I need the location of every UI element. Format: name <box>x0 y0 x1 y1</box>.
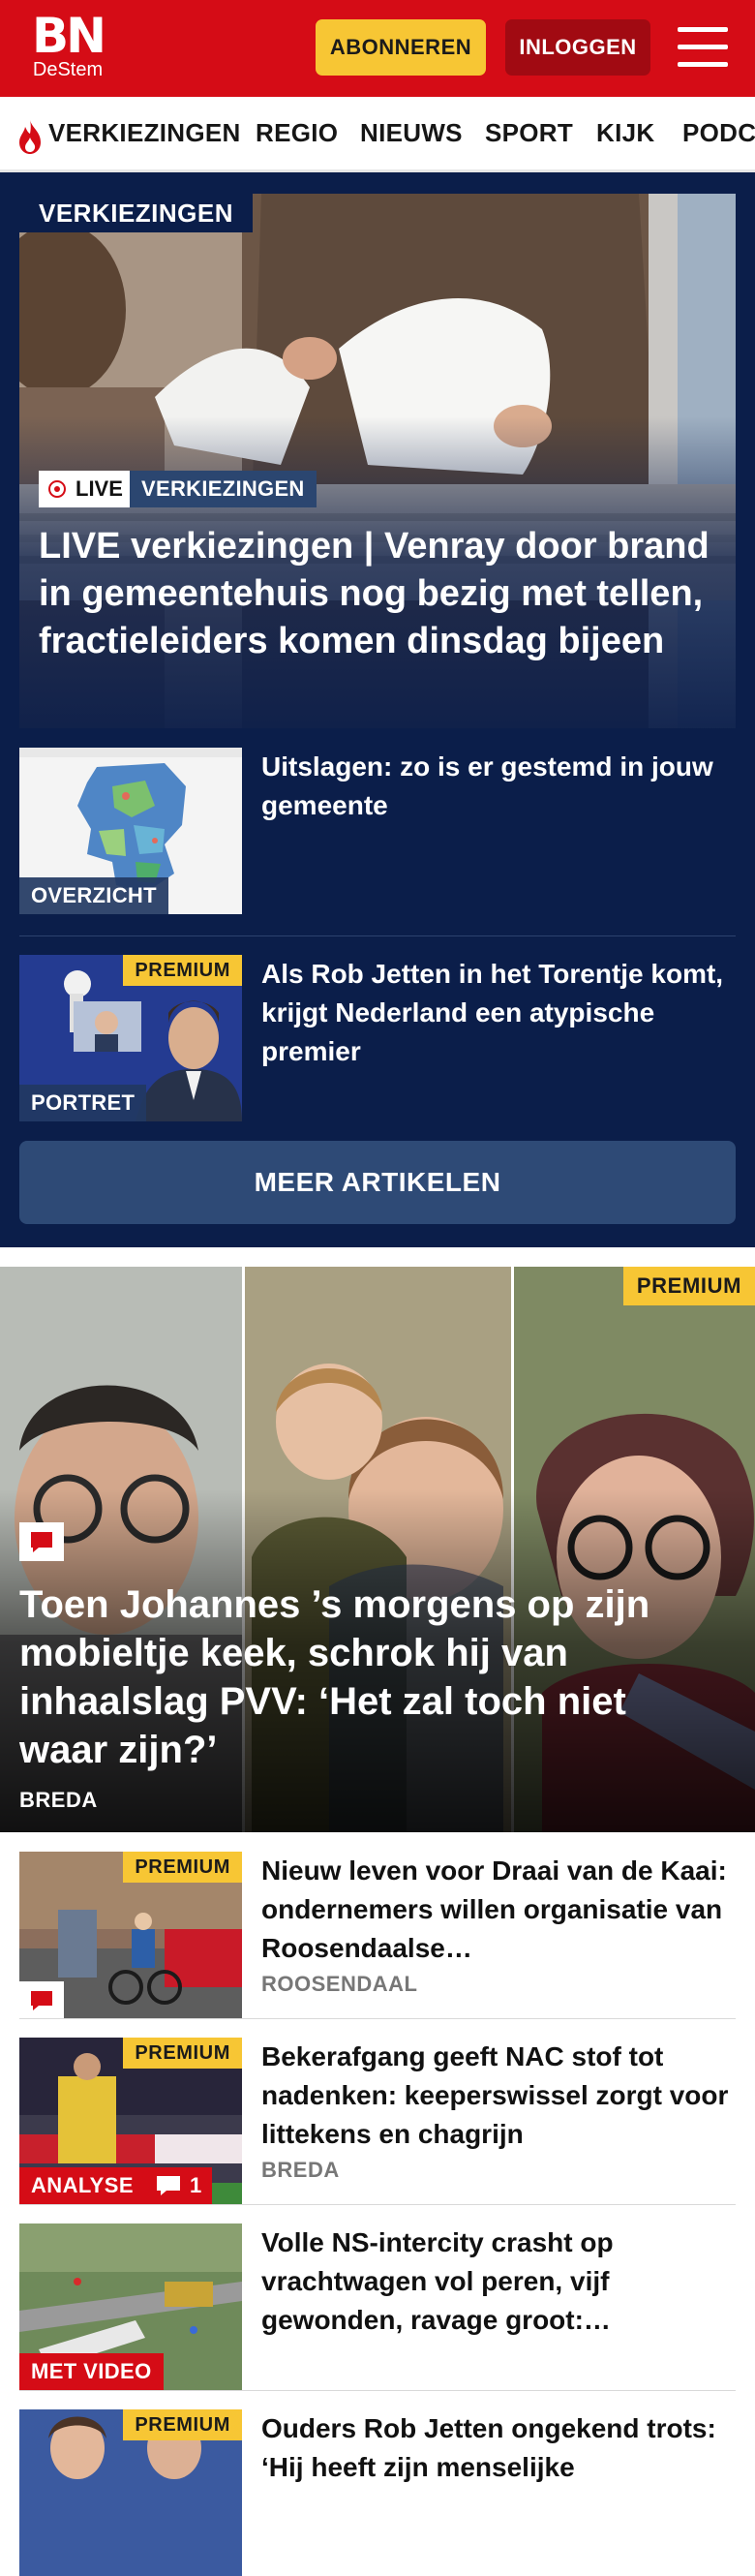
article-title[interactable]: Nieuw leven voor Draai van de Kaai: onde… <box>261 1852 736 1968</box>
premium-badge: PREMIUM <box>123 955 242 986</box>
article-thumbnail: PREMIUM ANALYSE 1 <box>19 2038 242 2204</box>
hero-article[interactable]: VERKIEZINGEN LIVE VERKIEZINGEN LIVE verk… <box>19 194 736 728</box>
hero-title[interactable]: LIVE verkiezingen | Venray door brand in… <box>39 523 716 665</box>
nav-item-sport[interactable]: SPORT <box>485 118 573 148</box>
news-article[interactable]: PREMIUM Ouders Rob Jetten ongekend trots… <box>19 2409 736 2576</box>
article-title[interactable]: Bekerafgang geeft NAC stof tot nadenken:… <box>261 2038 736 2154</box>
article-title[interactable]: Volle NS-intercity crasht op vrachtwagen… <box>261 2223 736 2340</box>
section-label: VERKIEZINGEN <box>19 194 254 232</box>
subscribe-button[interactable]: ABONNEREN <box>316 19 486 76</box>
analysis-label: ANALYSE <box>19 2167 145 2204</box>
top-bar: BN DeStem ABONNEREN INLOGGEN <box>0 0 755 97</box>
news-article[interactable]: PREMIUM Nieuw leven voor Draai van de Ka… <box>19 1852 736 2018</box>
bn-destem-logo[interactable]: BN DeStem <box>29 8 106 81</box>
comment-count-badge: 1 <box>145 2167 212 2204</box>
hero-category: VERKIEZINGEN <box>130 471 317 507</box>
logo-sub: DeStem <box>32 59 104 80</box>
feature-article[interactable]: PREMIUM Toen Johannes ’s morgens op zijn… <box>0 1267 755 1832</box>
article-thumbnail: OVERZICHT <box>19 748 242 914</box>
feature-title[interactable]: Toen Johannes ’s morgens op zijn mobielt… <box>19 1580 716 1774</box>
feature-location: BREDA <box>19 1788 98 1812</box>
premium-badge: PREMIUM <box>123 2038 242 2069</box>
comment-icon <box>19 1981 64 2018</box>
article-thumbnail: MET VIDEO <box>19 2223 242 2390</box>
election-article[interactable]: OVERZICHT Uitslagen: zo is er gestemd in… <box>19 748 736 914</box>
elections-section: VERKIEZINGEN LIVE VERKIEZINGEN LIVE verk… <box>0 172 755 1247</box>
comment-icon <box>157 2176 180 2195</box>
divider <box>19 2390 736 2391</box>
comment-count: 1 <box>190 2173 202 2197</box>
article-title[interactable]: Ouders Rob Jetten ongekend trots: ‘Hij h… <box>261 2409 736 2487</box>
nav-item-kijk[interactable]: KIJK <box>596 118 654 148</box>
menu-icon[interactable] <box>678 25 728 68</box>
more-articles-button[interactable]: MEER ARTIKELEN <box>19 1141 736 1224</box>
article-thumbnail: PREMIUM <box>19 1852 242 2018</box>
article-title[interactable]: Uitslagen: zo is er gestemd in jouw geme… <box>261 748 736 825</box>
election-article[interactable]: PREMIUM PORTRET Als Rob Jetten in het To… <box>19 955 736 1121</box>
login-button[interactable]: INLOGGEN <box>505 19 650 76</box>
nav-item-verkiezingen[interactable]: VERKIEZINGEN <box>48 118 241 148</box>
premium-badge: PREMIUM <box>123 1852 242 1883</box>
premium-badge: PREMIUM <box>622 1267 755 1305</box>
nav-item-nieuws[interactable]: NIEUWS <box>360 118 463 148</box>
divider <box>19 935 736 936</box>
article-title[interactable]: Als Rob Jetten in het Torentje komt, kri… <box>261 955 736 1071</box>
live-dot-icon <box>48 480 66 498</box>
nav-item-podcasts[interactable]: PODCASTS <box>682 118 755 148</box>
nav-item-regio[interactable]: REGIO <box>256 118 338 148</box>
article-thumbnail: PREMIUM <box>19 2409 242 2576</box>
live-label: LIVE <box>76 476 123 501</box>
article-thumbnail: PREMIUM PORTRET <box>19 955 242 1121</box>
article-location: BREDA <box>261 2158 340 2182</box>
article-location: ROOSENDAAL <box>261 1972 418 1996</box>
news-article[interactable]: MET VIDEO Volle NS-intercity crasht op v… <box>19 2223 736 2390</box>
logo-main: BN <box>32 8 106 64</box>
live-badge: LIVE <box>39 471 135 507</box>
news-article[interactable]: PREMIUM ANALYSE 1 Bekerafgang geeft NAC … <box>19 2038 736 2204</box>
flame-icon <box>19 120 41 154</box>
comment-icon <box>19 1522 64 1561</box>
portrait-label: PORTRET <box>19 1085 147 1121</box>
divider <box>19 2018 736 2019</box>
overview-label: OVERZICHT <box>19 877 168 914</box>
divider <box>19 2204 736 2205</box>
main-nav: VERKIEZINGEN REGIO NIEUWS SPORT KIJK POD… <box>0 97 755 172</box>
premium-badge: PREMIUM <box>123 2409 242 2440</box>
video-label: MET VIDEO <box>19 2353 164 2390</box>
